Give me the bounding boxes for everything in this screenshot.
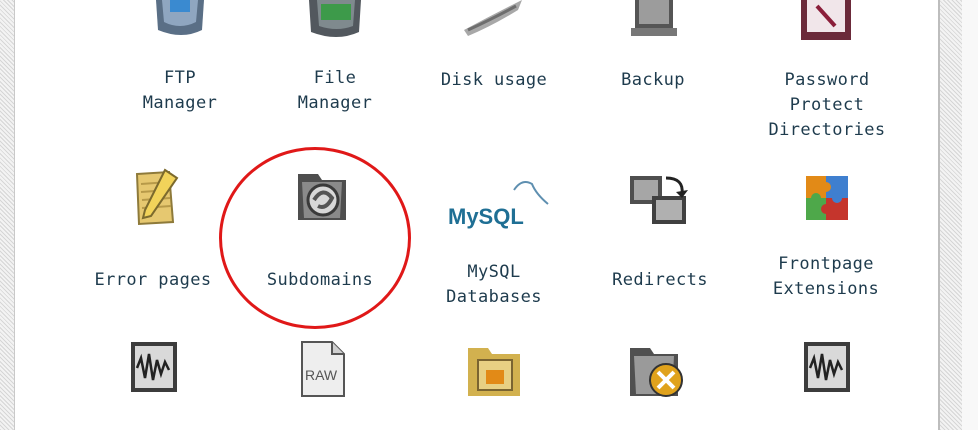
password-protect-icon [795,0,857,44]
error-pages-notepad-icon [129,168,181,226]
backup-icon [627,0,681,42]
left-divider [14,0,15,430]
svg-text:MySQL: MySQL [448,204,524,229]
icon-item-row3-5[interactable] [746,340,906,430]
icon-item-password-protect[interactable]: Password Protect Directories [747,0,907,150]
left-sidebar-edge [0,0,14,430]
icon-label: Frontpage Extensions [772,254,880,299]
subdomains-folder-icon [292,170,352,226]
waveform-icon [129,340,181,398]
icon-label: Password Protect Directories [768,70,886,140]
icon-label: FTP Manager [142,68,218,113]
icon-item-mysql-databases[interactable]: MySQL MySQL Databases [414,168,574,318]
icon-label: Disk usage [440,70,548,90]
waveform-icon [802,340,854,398]
frontpage-puzzle-icon [804,174,850,222]
disk-usage-icon [458,0,528,42]
delete-folder-icon [626,342,688,400]
icon-label: File Manager [297,68,373,113]
icon-item-subdomains[interactable]: Subdomains [240,168,400,298]
icon-label: Backup [621,70,685,90]
icon-item-frontpage-extensions[interactable]: Frontpage Extensions [746,168,906,299]
icon-item-file-manager[interactable]: File Manager [255,0,415,130]
file-manager-folder-icon [307,0,363,42]
icon-label: Subdomains [266,270,374,290]
icon-label: MySQL Databases [446,262,542,307]
ftp-folder-icon [152,0,208,42]
icon-item-ftp-manager[interactable]: FTP Manager [100,0,260,130]
icon-item-row3-1[interactable] [73,340,233,430]
icon-item-row3-3[interactable] [414,340,574,430]
raw-file-icon: RAW [296,340,348,398]
mysql-logo-icon: MySQL [444,174,554,230]
icon-item-row3-2[interactable]: RAW [240,340,400,430]
icon-item-disk-usage[interactable]: Disk usage [414,0,574,130]
icon-item-redirects[interactable]: Redirects [580,168,740,298]
redirects-icon [626,172,692,228]
icon-item-backup[interactable]: Backup [573,0,733,130]
icon-item-error-pages[interactable]: Error pages [73,168,233,298]
scrollbar-track[interactable] [962,0,978,430]
image-folder-icon [464,342,524,398]
icon-label: Error pages [94,270,212,290]
icon-item-row3-4[interactable] [580,340,740,430]
icon-label: Redirects [612,270,708,290]
svg-text:RAW: RAW [305,367,338,383]
